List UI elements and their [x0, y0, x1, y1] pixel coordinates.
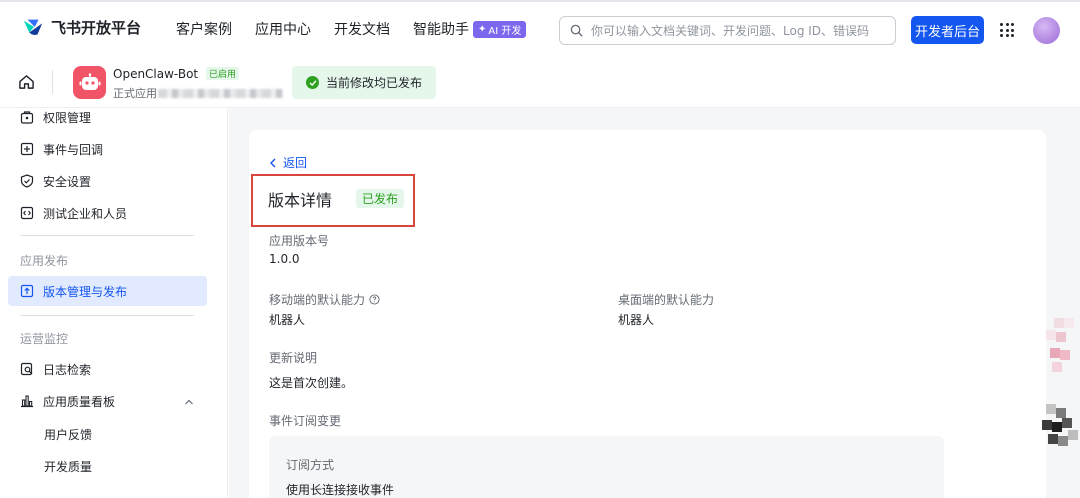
app-type: 正式应用: [113, 85, 283, 101]
app-name-label: OpenClaw-Bot: [113, 67, 199, 81]
sidebar-item-label: 权限管理: [43, 110, 92, 125]
code-icon: [20, 206, 34, 220]
check-circle-icon: [306, 76, 319, 89]
mobile-capability-label: 移动端的默认能力: [269, 291, 380, 308]
sidebar-item-version-management[interactable]: 版本管理与发布: [8, 276, 207, 306]
ai-dev-badge: ✦ AI 开发: [473, 20, 527, 38]
sidebar-subitem-dev-quality[interactable]: 开发质量: [44, 458, 92, 475]
sidebar-divider: [20, 235, 194, 236]
sidebar-item-quality-dashboard[interactable]: 应用质量看板: [8, 386, 207, 416]
search-icon: [570, 24, 583, 37]
sidebar-item-label: 事件与回调: [43, 142, 104, 157]
nav-smart-assistant[interactable]: 智能助手 ✦ AI 开发: [413, 19, 527, 39]
sidebar-item-events[interactable]: 事件与回调: [8, 134, 207, 164]
app-type-label: 正式应用: [113, 87, 157, 100]
sidebar-item-security[interactable]: 安全设置: [8, 166, 207, 196]
nav-smart-assistant-label: 智能助手: [413, 22, 469, 38]
nav-app-center[interactable]: 应用中心: [255, 19, 311, 39]
subscription-method-value: 使用长连接接收事件: [286, 483, 395, 497]
appbar-divider: [52, 70, 53, 94]
sidebar-item-label: 日志检索: [43, 362, 92, 377]
sidebar-subitem-user-feedback[interactable]: 用户反馈: [44, 426, 92, 443]
redacted-app-id: [158, 88, 283, 98]
sidebar-divider: [20, 315, 194, 316]
app-robot-icon: [73, 66, 106, 99]
back-link[interactable]: 返回: [269, 154, 307, 171]
desktop-capability-label: 桌面端的默认能力: [618, 293, 715, 307]
mosaic-overlay-top: [1040, 318, 1080, 378]
user-avatar[interactable]: [1033, 17, 1060, 44]
version-detail-card: 返回 版本详情 已发布 应用版本号 1.0.0 移动端的默认能力 机器人 桌面端…: [249, 130, 1046, 498]
release-notes-label: 更新说明: [269, 351, 318, 365]
log-search-icon: [20, 362, 33, 376]
app-name[interactable]: OpenClaw-Bot 已启用: [113, 67, 239, 81]
publish-status-text: 当前修改均已发布: [326, 76, 423, 90]
sparkle-icon: ✦: [478, 23, 487, 35]
app-header-bar: OpenClaw-Bot 已启用 正式应用 当前修改均已发布: [0, 56, 1080, 108]
sidebar-item-permissions[interactable]: 权限管理: [8, 102, 207, 132]
feishu-logo-icon: [23, 19, 43, 35]
subscription-box: 订阅方式 使用长连接接收事件: [269, 436, 944, 498]
status-badge: 已发布: [356, 189, 405, 208]
search-box[interactable]: [559, 16, 896, 45]
shield-icon: [20, 174, 34, 188]
back-link-label: 返回: [283, 156, 308, 170]
sidebar-group-monitor: 运营监控: [20, 332, 69, 346]
help-icon[interactable]: [369, 294, 380, 305]
sidebar: 权限管理 事件与回调 安全设置 测试企业和人员 应用发布 版本管理与发布 运营监…: [0, 108, 228, 498]
top-navigation-bar: 飞书开放平台 客户案例 应用中心 开发文档 智能助手 ✦ AI 开发 开发者后台: [0, 0, 1080, 56]
home-icon[interactable]: [18, 74, 35, 90]
permission-icon: [20, 111, 34, 124]
sidebar-item-test-enterprise[interactable]: 测试企业和人员: [8, 198, 207, 228]
ai-dev-badge-label: AI 开发: [488, 25, 522, 37]
chart-icon: [21, 395, 33, 408]
event-subscription-label: 事件订阅变更: [269, 414, 342, 428]
page-title: 版本详情: [268, 191, 333, 210]
publish-status-toast: 当前修改均已发布: [292, 66, 436, 99]
nav-customer-cases[interactable]: 客户案例: [176, 19, 232, 39]
main-nav: 客户案例 应用中心 开发文档 智能助手 ✦ AI 开发: [176, 19, 549, 39]
enabled-badge: 已启用: [205, 67, 239, 80]
sidebar-item-label: 应用质量看板: [43, 394, 116, 409]
sidebar-item-log-search[interactable]: 日志检索: [8, 354, 207, 384]
sidebar-group-publish: 应用发布: [20, 254, 69, 268]
nav-dev-docs[interactable]: 开发文档: [334, 19, 390, 39]
brand-name: 飞书开放平台: [51, 18, 142, 37]
chevron-up-icon[interactable]: [184, 397, 194, 407]
sidebar-item-label: 安全设置: [43, 174, 92, 189]
apps-grid-icon[interactable]: [1000, 23, 1014, 37]
chevron-left-icon: [270, 158, 276, 167]
main-content: 返回 版本详情 已发布 应用版本号 1.0.0 移动端的默认能力 机器人 桌面端…: [229, 108, 1080, 498]
brand[interactable]: 飞书开放平台: [22, 16, 141, 38]
mobile-capability-value: 机器人: [269, 313, 306, 327]
upload-icon: [20, 284, 34, 298]
sidebar-item-label: 测试企业和人员: [43, 206, 128, 221]
sidebar-item-label: 版本管理与发布: [43, 284, 128, 299]
search-input[interactable]: [591, 23, 881, 38]
subscription-method-label: 订阅方式: [286, 458, 335, 472]
mosaic-overlay-bottom: [1040, 400, 1080, 452]
release-notes-value: 这是首次创建。: [269, 376, 354, 390]
version-value: 1.0.0: [269, 252, 300, 266]
event-icon: [20, 142, 34, 156]
developer-console-button[interactable]: 开发者后台: [911, 16, 984, 44]
mobile-capability-label-text: 移动端的默认能力: [269, 293, 366, 307]
version-label: 应用版本号: [269, 234, 330, 248]
desktop-capability-value: 机器人: [618, 313, 655, 327]
